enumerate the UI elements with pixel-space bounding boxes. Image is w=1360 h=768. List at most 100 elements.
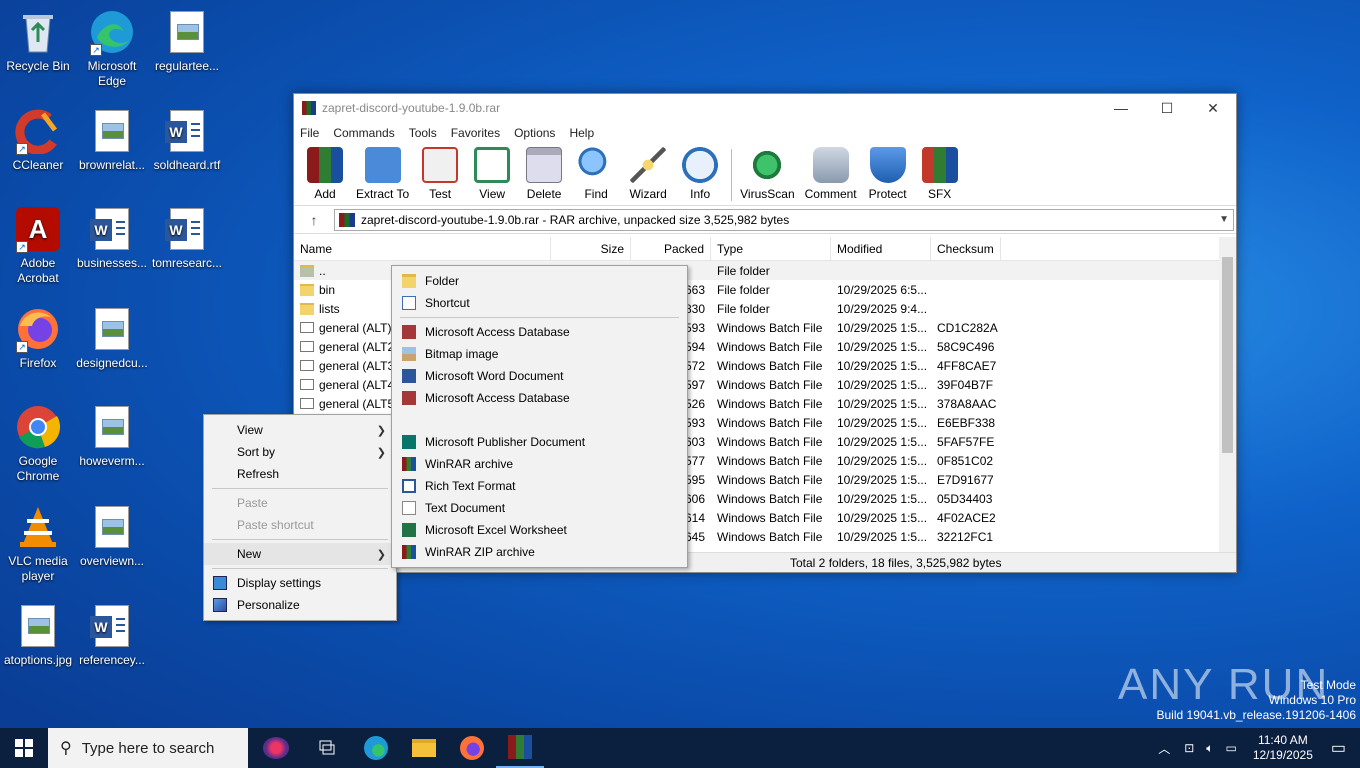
menu-file[interactable]: File — [300, 126, 319, 140]
menu-label: Shortcut — [425, 296, 470, 310]
new-item-access-2[interactable]: Microsoft Access Database — [392, 387, 687, 409]
new-item-word[interactable]: Microsoft Word Document — [392, 365, 687, 387]
test-button[interactable]: Test — [419, 147, 461, 205]
menu-label: Display settings — [237, 576, 322, 590]
desktop-icon-file[interactable]: overviewn... — [74, 503, 150, 569]
add-button[interactable]: Add — [304, 147, 346, 205]
new-item-excel[interactable]: Microsoft Excel Worksheet — [392, 519, 687, 541]
menu-item-display-settings[interactable]: Display settings — [204, 572, 396, 594]
menu-item-paste-shortcut[interactable]: Paste shortcut — [204, 514, 396, 536]
batch-file-icon — [300, 398, 314, 409]
menu-help[interactable]: Help — [569, 126, 594, 140]
winrar-taskbar-icon[interactable] — [496, 728, 544, 768]
network-icon[interactable]: ⊡ — [1184, 741, 1194, 755]
new-item-folder[interactable]: Folder — [392, 270, 687, 292]
chevron-down-icon[interactable]: ▼ — [1219, 214, 1229, 225]
close-button[interactable]: ✕ — [1190, 94, 1236, 122]
menu-item-personalize[interactable]: Personalize — [204, 594, 396, 616]
menu-favorites[interactable]: Favorites — [451, 126, 500, 140]
firefox-taskbar-icon[interactable] — [448, 728, 496, 768]
start-button[interactable] — [0, 728, 48, 768]
extract-to-button[interactable]: Extract To — [356, 147, 409, 205]
menu-item-paste[interactable]: Paste — [204, 492, 396, 514]
volume-icon[interactable]: 🔈︎ — [1206, 741, 1213, 756]
desktop-icon-file[interactable]: W tomresearc... — [149, 205, 225, 271]
excel-icon — [402, 523, 416, 537]
desktop-icon-file[interactable]: W soldheard.rtf — [149, 107, 225, 173]
cell-type: Windows Batch File — [717, 529, 823, 544]
protect-button[interactable]: Protect — [867, 147, 909, 205]
menu-options[interactable]: Options — [514, 126, 555, 140]
title-bar[interactable]: zapret-discord-youtube-1.9.0b.rar — ☐ ✕ — [294, 94, 1236, 122]
desktop-icon-acrobat[interactable]: A ↗ Adobe Acrobat — [0, 205, 76, 286]
wizard-button[interactable]: Wizard — [627, 147, 669, 205]
edge-taskbar-icon[interactable] — [352, 728, 400, 768]
virusscan-button[interactable]: VirusScan — [740, 147, 795, 205]
new-item-publisher[interactable]: Microsoft Publisher Document — [392, 431, 687, 453]
sfx-button[interactable]: SFX — [919, 147, 961, 205]
desktop-icon-file[interactable]: W businesses... — [74, 205, 150, 271]
bitmap-icon — [402, 347, 416, 361]
desktop-icon-vlc[interactable]: VLC media player — [0, 503, 76, 584]
address-bar: ↑ zapret-discord-youtube-1.9.0b.rar - RA… — [294, 206, 1236, 234]
file-explorer-icon[interactable] — [400, 728, 448, 768]
menu-commands[interactable]: Commands — [333, 126, 394, 140]
desktop-icon-file[interactable]: designedcu... — [74, 305, 150, 371]
new-item-text[interactable]: Text Document — [392, 497, 687, 519]
vertical-scrollbar[interactable] — [1219, 237, 1236, 552]
minimize-button[interactable]: — — [1098, 94, 1144, 122]
column-size[interactable]: Size — [551, 237, 631, 261]
list-header: Name Size Packed Type Modified Checksum — [294, 237, 1236, 261]
menu-item-sort-by[interactable]: Sort by ❯ — [204, 441, 396, 463]
clock[interactable]: 11:40 AM 12/19/2025 — [1253, 733, 1313, 763]
delete-button[interactable]: Delete — [523, 147, 565, 205]
view-button[interactable]: View — [471, 147, 513, 205]
taskbar-search[interactable]: ⚲ Type here to search — [48, 728, 248, 768]
new-item-shortcut[interactable]: Shortcut — [392, 292, 687, 314]
menu-item-view[interactable]: View ❯ — [204, 419, 396, 441]
new-item-rtf[interactable]: Rich Text Format — [392, 475, 687, 497]
search-icon: ⚲ — [60, 740, 72, 757]
column-name[interactable]: Name — [294, 237, 551, 261]
desktop-icon-recycle-bin[interactable]: Recycle Bin — [0, 8, 76, 74]
desktop-icon-file[interactable]: brownrelat... — [74, 107, 150, 173]
task-view-icon[interactable] — [304, 728, 352, 768]
comment-button[interactable]: Comment — [805, 147, 857, 205]
desktop-icon-file[interactable]: atoptions.jpg — [0, 602, 76, 668]
menu-item-new[interactable]: New ❯ — [204, 543, 396, 565]
maximize-button[interactable]: ☐ — [1144, 94, 1190, 122]
new-item-winrar-zip[interactable]: WinRAR ZIP archive — [392, 541, 687, 563]
menu-item-refresh[interactable]: Refresh — [204, 463, 396, 485]
new-item-access[interactable]: Microsoft Access Database — [392, 321, 687, 343]
new-item-winrar[interactable]: WinRAR archive — [392, 453, 687, 475]
desktop-icon-file[interactable]: W referencey... — [74, 602, 150, 668]
desktop-icon-chrome[interactable]: Google Chrome — [0, 403, 76, 484]
column-checksum[interactable]: Checksum — [931, 237, 1001, 261]
add-label: Add — [314, 187, 336, 201]
scroll-thumb[interactable] — [1222, 257, 1233, 453]
folder-icon — [300, 302, 314, 315]
cortana-icon[interactable] — [248, 728, 304, 768]
desktop-icon-firefox[interactable]: ↗ Firefox — [0, 305, 76, 371]
info-button[interactable]: Info — [679, 147, 721, 205]
access-icon — [402, 391, 416, 405]
file-name: lists — [319, 301, 340, 316]
desktop-icon-edge[interactable]: ↗ Microsoft Edge — [74, 8, 150, 89]
cell-checksum: E6EBF338 — [937, 415, 996, 430]
desktop-icon-ccleaner[interactable]: ↗ CCleaner — [0, 107, 76, 173]
new-item-bitmap[interactable]: Bitmap image — [392, 343, 687, 365]
menu-tools[interactable]: Tools — [409, 126, 437, 140]
find-button[interactable]: Find — [575, 147, 617, 205]
up-arrow-icon[interactable]: ↑ — [294, 212, 334, 228]
notifications-icon[interactable]: ▭ — [1331, 738, 1346, 758]
desktop-icon-file[interactable]: regulartee... — [149, 8, 225, 74]
chevron-up-icon[interactable]: ︿ — [1158, 740, 1170, 757]
word-file-icon: W — [88, 205, 136, 253]
column-packed[interactable]: Packed — [631, 237, 711, 261]
address-field[interactable]: zapret-discord-youtube-1.9.0b.rar - RAR … — [334, 208, 1234, 231]
new-item-blank[interactable] — [392, 409, 687, 431]
keyboard-icon[interactable]: ▭ — [1225, 741, 1236, 755]
desktop-icon-file[interactable]: howeverm... — [74, 403, 150, 469]
column-modified[interactable]: Modified — [831, 237, 931, 261]
column-type[interactable]: Type — [711, 237, 831, 261]
